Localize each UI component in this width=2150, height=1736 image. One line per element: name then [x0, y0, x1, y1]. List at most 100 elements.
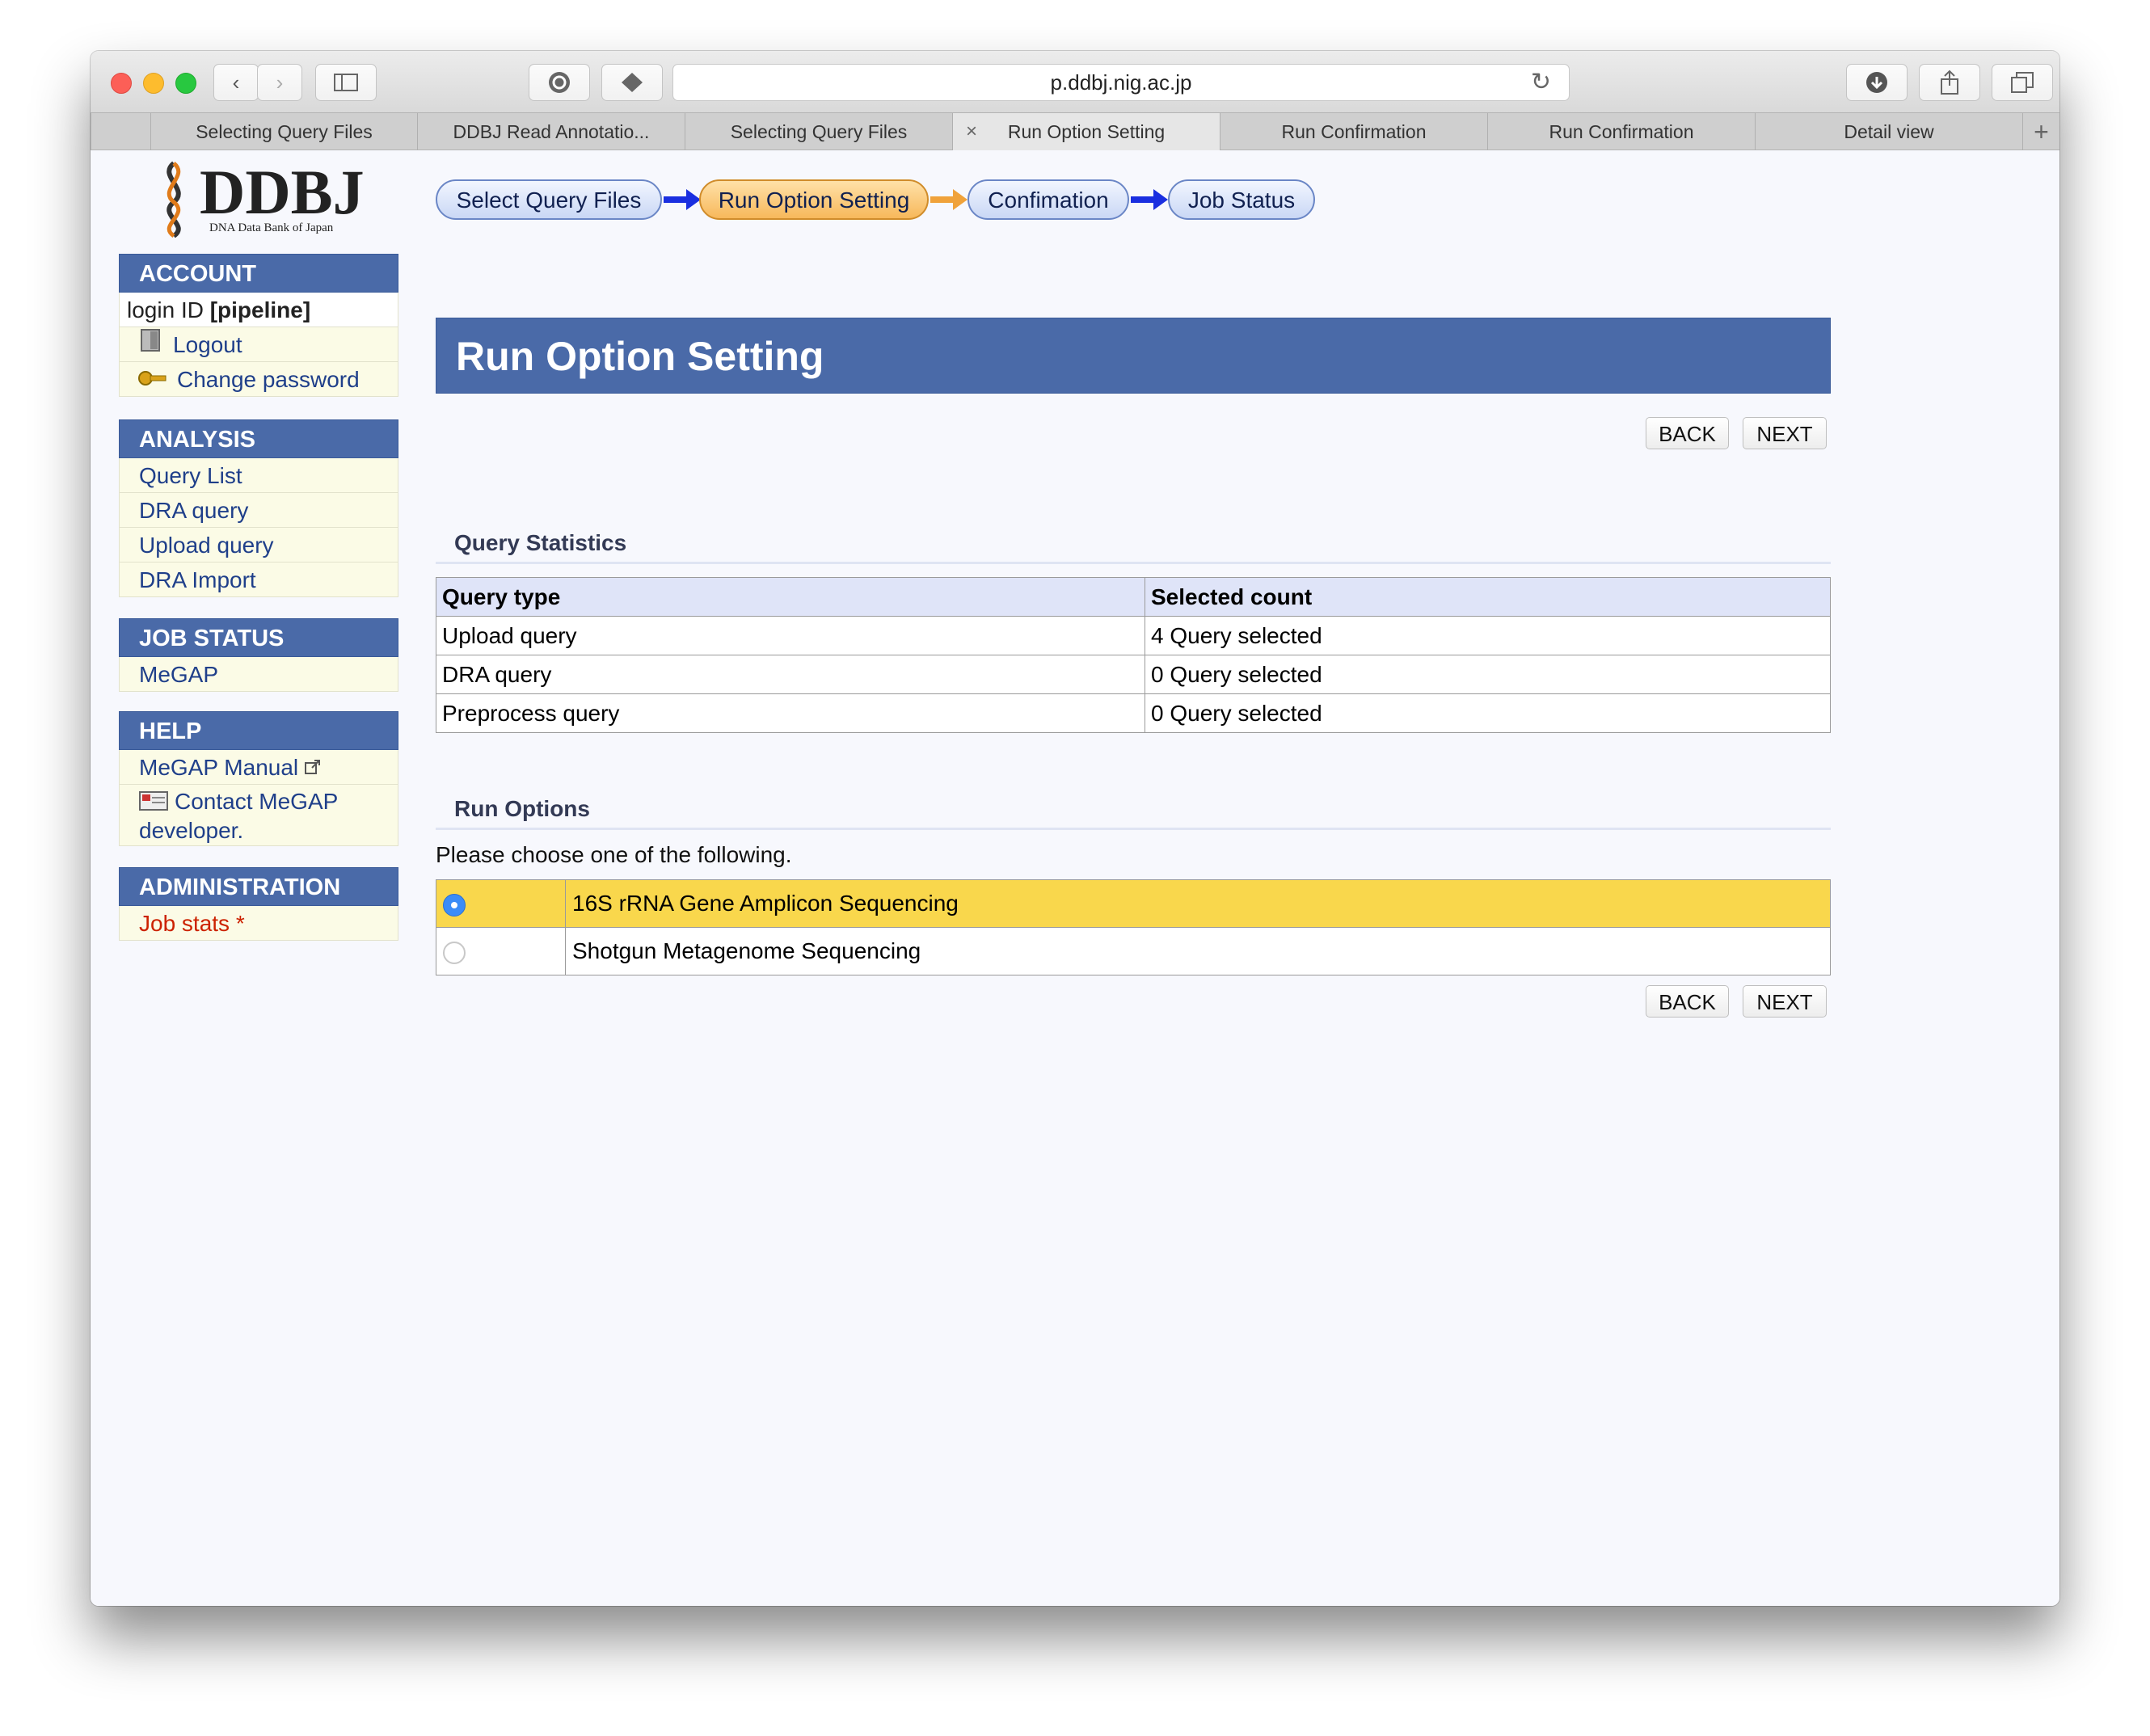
step-run-option-setting[interactable]: Run Option Setting — [699, 179, 929, 220]
tab-selecting-query-files-2[interactable]: Selecting Query Files — [685, 113, 952, 150]
sidebar-item-dra-import[interactable]: DRA Import — [119, 563, 398, 597]
key-icon — [138, 362, 167, 397]
table-row: DRA query 0 Query selected — [436, 655, 1831, 694]
query-type-cell: Preprocess query — [436, 693, 1145, 733]
arrow-right-icon — [1131, 189, 1168, 210]
page-title: Run Option Setting — [436, 318, 1831, 394]
share-button[interactable] — [1919, 64, 1980, 101]
sidebar-item-change-password[interactable]: Change password — [119, 362, 398, 397]
sidebar-item-logout[interactable]: Logout — [119, 327, 398, 362]
query-type-cell: Upload query — [436, 616, 1145, 655]
mail-icon — [139, 790, 168, 817]
url-text: p.ddbj.nig.ac.jp — [1050, 70, 1192, 95]
step-label: Confimation — [988, 188, 1109, 213]
tab-run-confirmation-1[interactable]: Run Confirmation — [1220, 113, 1487, 150]
step-label: Run Option Setting — [718, 188, 910, 213]
query-type-cell: DRA query — [436, 655, 1145, 694]
sidebar-icon — [334, 74, 358, 91]
step-select-query-files[interactable]: Select Query Files — [436, 179, 662, 220]
tab-filler — [91, 113, 150, 150]
tab-ddbj-read-annotation[interactable]: DDBJ Read Annotatio... — [417, 113, 685, 150]
door-icon — [139, 327, 163, 362]
sidebar-item-label: MeGAP — [139, 661, 219, 687]
next-button-top[interactable]: NEXT — [1743, 417, 1827, 449]
administration-header: ADMINISTRATION — [119, 867, 398, 906]
logo-subtitle: DNA Data Bank of Japan — [209, 221, 334, 234]
reload-icon[interactable]: ↻ — [1531, 65, 1551, 100]
sidebar-item-label: Change password — [177, 366, 360, 392]
chevron-right-icon: › — [276, 70, 284, 95]
tab-run-option-setting[interactable]: × Run Option Setting — [952, 113, 1220, 150]
tab-label: DDBJ Read Annotatio... — [453, 121, 650, 142]
option-label: 16S rRNA Gene Amplicon Sequencing — [565, 879, 1831, 928]
table-header-row: Query type Selected count — [436, 577, 1831, 617]
plus-icon: + — [2034, 117, 2049, 146]
radio-cell — [436, 927, 566, 975]
sidebar-item-label: MeGAP Manual — [139, 754, 299, 780]
next-button-bottom[interactable]: NEXT — [1743, 985, 1827, 1018]
back-button-top[interactable]: BACK — [1646, 417, 1729, 449]
tab-label: Run Confirmation — [1281, 121, 1427, 142]
sidebar-item-dra-query[interactable]: DRA query — [119, 493, 398, 528]
new-tab-button[interactable]: + — [2022, 113, 2059, 150]
selected-count-cell: 0 Query selected — [1145, 655, 1831, 694]
tab-run-confirmation-2[interactable]: Run Confirmation — [1487, 113, 1755, 150]
radio-16s-selected[interactable] — [443, 893, 466, 916]
arrow-right-icon — [930, 189, 968, 210]
radio-shotgun[interactable] — [443, 941, 466, 964]
tab-label: Run Option Setting — [1007, 121, 1166, 142]
ddbj-logo[interactable]: DDBJ DNA Data Bank of Japan — [150, 160, 365, 238]
step-label: Job Status — [1187, 188, 1296, 213]
dna-helix-icon — [167, 161, 181, 238]
sidebar-item-label: DRA query — [139, 497, 249, 523]
step-confirmation[interactable]: Confimation — [968, 179, 1129, 220]
tab-detail-view[interactable]: Detail view — [1755, 113, 2022, 150]
sidebar-item-upload-query[interactable]: Upload query — [119, 528, 398, 563]
back-button-bottom[interactable]: BACK — [1646, 985, 1729, 1018]
tabs-icon — [2011, 72, 2034, 93]
extension-icon — [622, 73, 643, 92]
address-bar[interactable]: p.ddbj.nig.ac.jp ↻ — [672, 64, 1570, 101]
grammarly-button[interactable] — [529, 64, 590, 101]
run-options-instruction: Please choose one of the following. — [436, 842, 792, 867]
chevron-left-icon: ‹ — [232, 70, 240, 95]
contact-label-line1: Contact MeGAP — [175, 789, 339, 814]
selected-count-cell: 4 Query selected — [1145, 616, 1831, 655]
column-header: Selected count — [1145, 577, 1831, 617]
tab-overview-button[interactable] — [1992, 64, 2053, 101]
sidebar-item-query-list[interactable]: Query List — [119, 458, 398, 493]
login-id: login ID [pipeline] — [119, 293, 398, 327]
downloads-button[interactable] — [1846, 64, 1908, 101]
sidebar-item-megap-manual[interactable]: MeGAP Manual — [119, 750, 398, 785]
zoom-window-button[interactable] — [175, 73, 196, 94]
help-header: HELP — [119, 711, 398, 750]
query-statistics-table: Query type Selected count Upload query 4… — [436, 577, 1831, 733]
close-window-button[interactable] — [111, 73, 132, 94]
external-link-icon — [305, 750, 321, 785]
close-tab-icon[interactable]: × — [966, 113, 977, 150]
analysis-header: ANALYSIS — [119, 419, 398, 458]
run-options-heading: Run Options — [436, 788, 1831, 830]
extension-button[interactable] — [601, 64, 663, 101]
sidebar-item-contact-developer[interactable]: Contact MeGAP developer. — [119, 785, 398, 846]
page-content: DDBJ DNA Data Bank of Japan ACCOUNT logi… — [91, 150, 2059, 1606]
tab-label: Selecting Query Files — [196, 121, 373, 142]
step-job-status[interactable]: Job Status — [1168, 179, 1315, 220]
run-options-table: 16S rRNA Gene Amplicon Sequencing Shotgu… — [436, 879, 1831, 975]
table-row: Upload query 4 Query selected — [436, 616, 1831, 655]
sidebar-toggle-button[interactable] — [315, 64, 377, 101]
back-nav-button[interactable]: ‹ — [213, 64, 259, 101]
sidebar-item-megap[interactable]: MeGAP — [119, 657, 398, 692]
sidebar-item-label: Query List — [139, 462, 242, 488]
share-icon — [1941, 70, 1958, 95]
sidebar-item-job-stats[interactable]: Job stats * — [119, 906, 398, 941]
login-id-label: login ID — [127, 297, 210, 322]
minimize-window-button[interactable] — [143, 73, 164, 94]
option-row-shotgun[interactable]: Shotgun Metagenome Sequencing — [436, 927, 1831, 975]
tab-selecting-query-files-1[interactable]: Selecting Query Files — [150, 113, 417, 150]
grammarly-icon — [549, 72, 570, 93]
option-row-16s[interactable]: 16S rRNA Gene Amplicon Sequencing — [436, 879, 1831, 928]
login-id-value: [pipeline] — [209, 297, 311, 322]
logo-text: DDBJ — [200, 157, 365, 227]
forward-nav-button[interactable]: › — [257, 64, 302, 101]
